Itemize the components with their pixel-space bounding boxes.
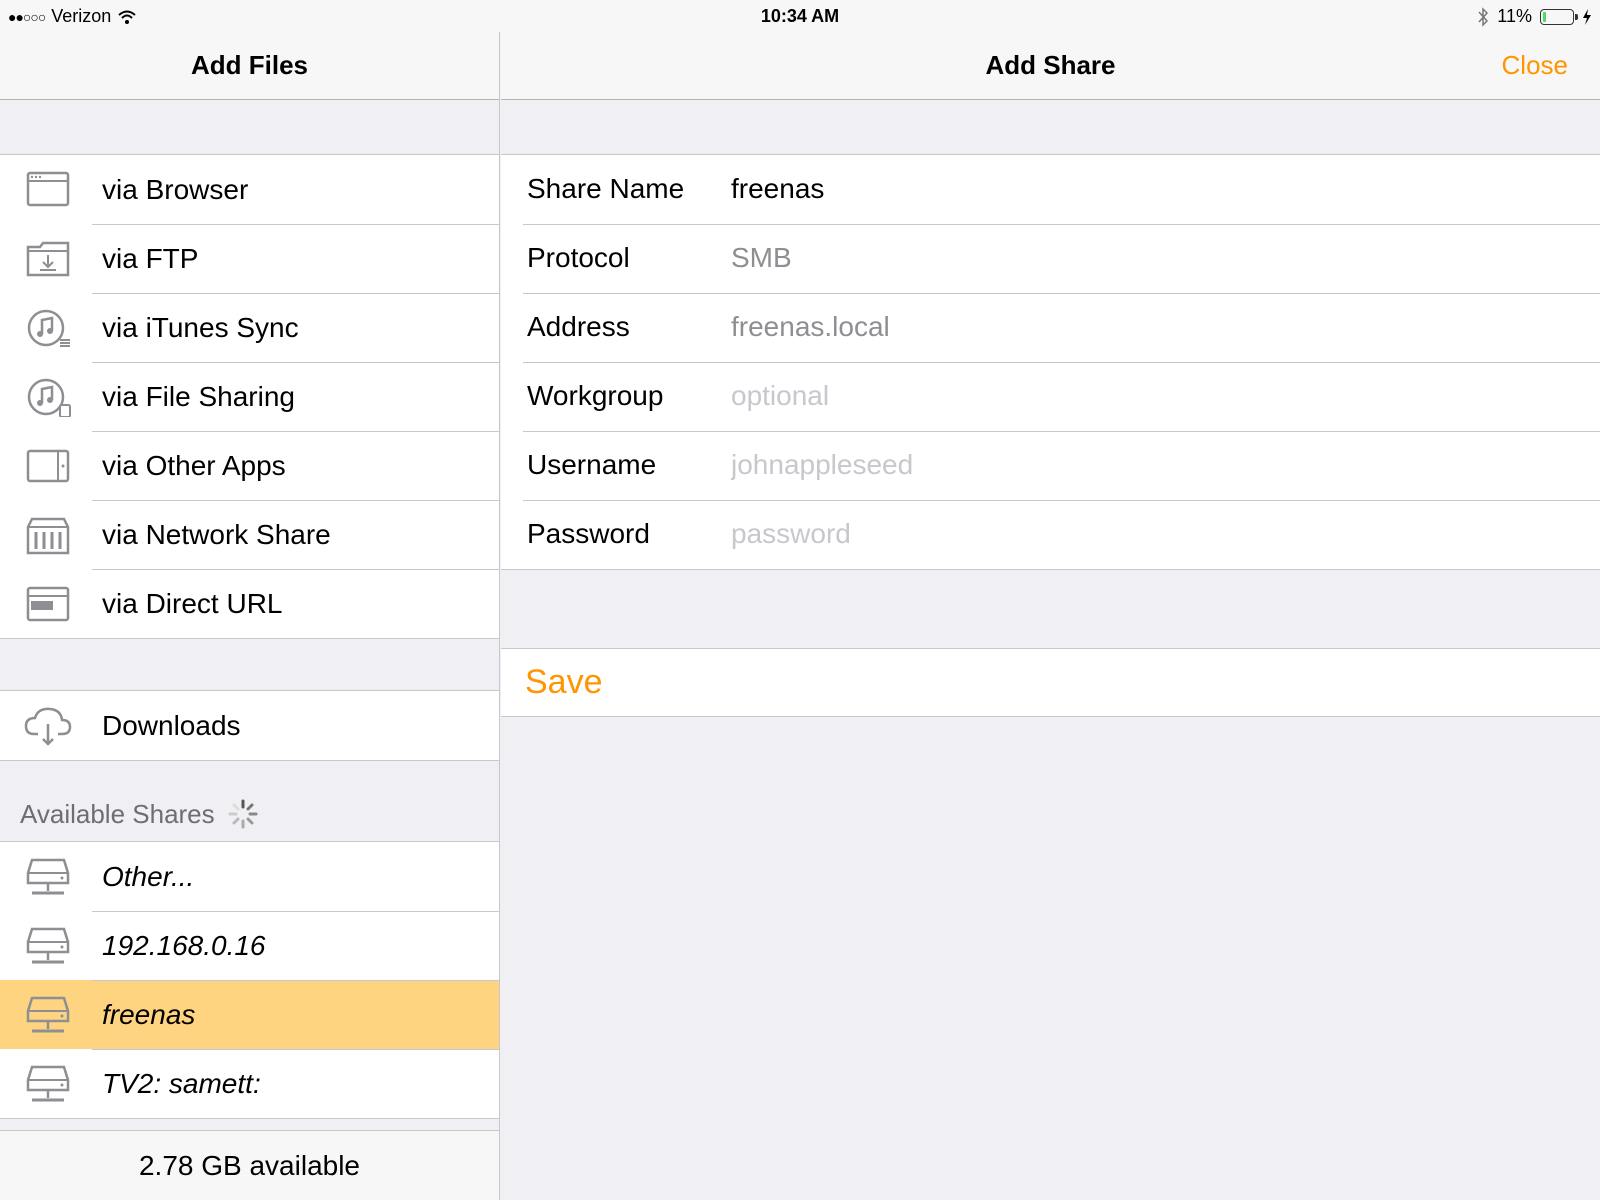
workgroup-field[interactable] [731,374,1331,418]
close-button[interactable]: Close [1502,50,1568,81]
shares-list: Other... 192.168.0.16 freenas TV2: samet… [0,841,499,1119]
share-row-192-168-0-16[interactable]: 192.168.0.16 [0,911,499,980]
file-sharing-icon [27,378,71,417]
downloads-row[interactable]: Downloads [0,691,499,760]
add-via-other-apps[interactable]: via Other Apps [0,431,499,500]
add-files-navbar: Add Files [0,32,499,100]
save-label: Save [525,663,603,701]
password-field[interactable] [731,512,1331,556]
username-field[interactable] [731,443,1331,487]
add-share-title: Add Share [985,50,1116,80]
loading-spinner-icon [228,799,258,829]
share-row-tv2-samett[interactable]: TV2: samett: [0,1049,499,1118]
status-bar: ●●○○○ Verizon 10:34 AM 11% [0,0,1600,32]
add-method-label: via iTunes Sync [102,311,299,343]
add-method-label: via Direct URL [102,587,283,619]
status-right: 11% [1477,6,1592,27]
browser-icon [26,171,70,207]
add-via-file-sharing[interactable]: via File Sharing [0,362,499,431]
add-via-ftp[interactable]: via FTP [0,224,499,293]
add-files-title: Add Files [190,50,308,80]
add-files-pane: Add Files via Browser via FTP via iTunes… [0,0,500,1200]
available-shares-header: Available Shares [20,798,259,830]
workgroup-label: Workgroup [527,380,664,411]
battery-percent: 11% [1497,6,1532,26]
battery-icon [1540,8,1578,25]
bluetooth-icon [1478,6,1489,27]
save-group: Save [501,648,1600,717]
server-icon [26,996,70,1033]
network-share-icon [26,517,70,555]
share-form: Share Name Protocol Address Workgroup Us… [501,154,1600,570]
storage-available-label: 2.78 GB available [138,1149,361,1181]
protocol-label: Protocol [527,242,630,273]
add-share-navbar: Add Share Close [501,32,1600,100]
add-method-label: via FTP [102,242,199,274]
clock: 10:34 AM [760,6,840,26]
username-label: Username [527,449,657,480]
address-field[interactable] [731,305,1331,349]
share-label: TV2: samett: [102,1067,261,1099]
share-name-row: Share Name [501,155,1600,224]
share-name-label: Share Name [527,173,685,204]
workgroup-row: Workgroup [501,362,1600,431]
app-root: ●●○○○ Verizon 10:34 AM 11% Add Files via… [0,0,1600,1200]
storage-footer: 2.78 GB available [0,1130,499,1200]
available-shares-title: Available Shares [20,798,215,829]
password-row: Password [501,500,1600,569]
add-method-label: via Other Apps [102,449,286,481]
username-row: Username [501,431,1600,500]
server-icon [26,858,70,895]
save-button[interactable]: Save [501,649,1600,716]
protocol-field[interactable] [731,236,1331,280]
protocol-row[interactable]: Protocol [501,224,1600,293]
downloads-group: Downloads [0,690,499,761]
address-row: Address [501,293,1600,362]
share-label: 192.168.0.16 [102,929,266,961]
add-via-itunes-sync[interactable]: via iTunes Sync [0,293,499,362]
add-method-label: via File Sharing [102,380,295,412]
cloud-download-icon [24,707,72,746]
add-via-direct-url[interactable]: via Direct URL [0,569,499,638]
ftp-folder-icon [26,241,70,277]
downloads-label: Downloads [102,709,241,741]
share-row-freenas[interactable]: freenas [0,980,499,1049]
add-via-network-share[interactable]: via Network Share [0,500,499,569]
battery-fill [1543,11,1546,22]
itunes-sync-icon [27,309,70,347]
charging-bolt-icon [1583,8,1591,25]
share-name-field[interactable] [731,167,1331,211]
add-method-label: via Browser [102,173,249,205]
address-label: Address [527,311,630,342]
share-row-other[interactable]: Other... [0,842,499,911]
server-icon [26,1065,70,1102]
share-label: Other... [102,860,195,892]
add-methods-list: via Browser via FTP via iTunes Sync via … [0,154,499,639]
password-label: Password [527,518,650,549]
other-apps-icon [26,449,70,483]
share-label: freenas [102,998,196,1030]
direct-url-icon [26,586,70,622]
add-via-browser[interactable]: via Browser [0,155,499,224]
server-icon [26,927,70,964]
add-share-pane: Add Share Close Share Name Protocol Addr… [501,0,1600,1200]
add-method-label: via Network Share [102,518,331,550]
